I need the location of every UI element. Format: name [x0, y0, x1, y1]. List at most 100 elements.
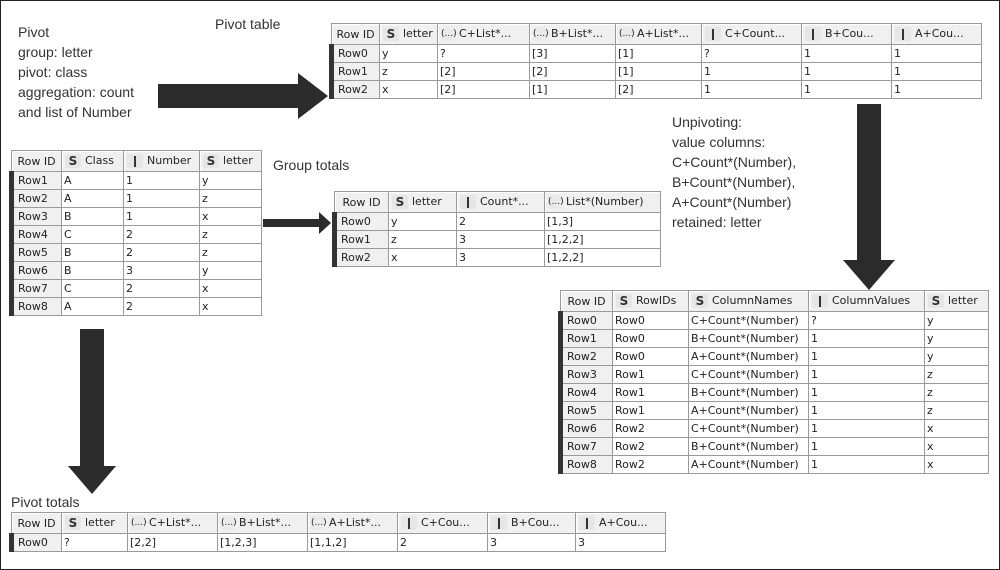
table-row[interactable]: Row2 Row0 A+Count*(Number) 1 y [558, 347, 989, 366]
column-header[interactable]: B+Cou... [487, 512, 576, 534]
table-row[interactable]: Row2 A 1 z [9, 189, 262, 208]
table-row[interactable]: Row0 y? [3] [1]? 1 1 [329, 44, 982, 63]
column-header[interactable]: C+Count... [701, 23, 802, 45]
table-cell: Row2 [612, 437, 689, 456]
column-header-label: C+List*... [459, 27, 512, 40]
integer-type-icon [460, 195, 476, 209]
list-type-icon: (...) [533, 27, 549, 41]
table-cell: [1] [615, 62, 702, 81]
table-cell: Row2 [612, 419, 689, 438]
table-cell: 1 [808, 329, 925, 348]
table-row[interactable]: Row3 Row1 C+Count*(Number) 1 z [558, 365, 989, 384]
column-header[interactable]: Row ID [560, 290, 613, 312]
column-header[interactable]: A+Cou... [891, 23, 982, 45]
table-row[interactable]: Row1 z [2] [2] [1] 1 1 1 [329, 62, 982, 81]
row-id-cell: Row3 [9, 207, 62, 226]
table-cell: 2 [397, 533, 488, 552]
table-cell: 2 [123, 297, 200, 316]
column-header-label: C+Cou... [421, 516, 470, 529]
table-row[interactable]: Row1 A 1 y [9, 171, 262, 190]
table-row[interactable]: Row5 Row1 A+Count*(Number) 1 z [558, 401, 989, 420]
table-cell: z [379, 62, 438, 81]
column-header[interactable]: Sletter [61, 512, 128, 534]
unpivot-table: Row ID S RowIDs S ColumnNames ColumnValues Sle… [558, 290, 989, 474]
table-cell: ? [61, 533, 128, 552]
column-header[interactable]: (...) A+List*... [615, 23, 702, 45]
column-header[interactable]: ColumnValues [808, 290, 925, 312]
column-header[interactable]: Sletter [199, 150, 262, 172]
column-header[interactable]: Row ID [11, 150, 62, 172]
column-header[interactable]: Row ID [334, 191, 389, 213]
table-row[interactable]: Row7 C 2 x [9, 279, 262, 298]
table-cell: Row1 [612, 365, 689, 384]
table-cell: ? [701, 44, 802, 63]
table-row[interactable]: Row5 B 2 z [9, 243, 262, 262]
table-row[interactable]: Row0? [2,2] [1,2,3] [1,1,2] 2 3 3 [9, 533, 666, 552]
table-cell: x [379, 80, 438, 99]
table-row[interactable]: Row4 Row1 B+Count*(Number) 1 z [558, 383, 989, 402]
table-row[interactable]: Row0 y 2 [1,3] [332, 212, 661, 231]
table-row[interactable]: Row3 B 1 x [9, 207, 262, 226]
table-cell: x [924, 455, 989, 474]
column-header[interactable]: Sletter [924, 290, 989, 312]
table-cell: A+Count*(Number) [688, 455, 809, 474]
table-row[interactable]: Row2 x [2] [1] [2] 1 1 1 [329, 80, 982, 99]
header-row: Row ID Sletter (...) C+List*... (...) B+List*… [331, 23, 982, 45]
column-header[interactable]: B+Cou... [801, 23, 892, 45]
table-cell: 1 [808, 419, 925, 438]
row-id-cell: Row1 [9, 171, 62, 190]
column-header[interactable]: C+Cou... [397, 512, 488, 534]
table-row[interactable]: Row8 A 2 x [9, 297, 262, 316]
column-header[interactable]: (...) B+List*... [217, 512, 308, 534]
column-header-label: Row ID [336, 27, 375, 41]
row-id-cell: Row6 [558, 419, 613, 438]
table-row[interactable]: Row0 Row0 C+Count*(Number)? y [558, 311, 989, 330]
column-header[interactable]: Count*... [456, 191, 545, 213]
table-cell: [1,2,3] [217, 533, 308, 552]
table-cell: y [924, 311, 989, 330]
column-header[interactable]: A+Cou... [575, 512, 666, 534]
row-id-cell: Row0 [558, 311, 613, 330]
column-header[interactable]: Sletter [379, 23, 438, 45]
table-cell: z [199, 225, 262, 244]
row-id-cell: Row1 [558, 329, 613, 348]
table-row[interactable]: Row1 Row0 B+Count*(Number) 1 y [558, 329, 989, 348]
column-header[interactable]: Row ID [11, 512, 62, 534]
table-cell: [1] [615, 44, 702, 63]
table-cell: 2 [123, 279, 200, 298]
column-header[interactable]: S RowIDs [612, 290, 689, 312]
table-cell: x [924, 419, 989, 438]
table-row[interactable]: Row8 Row2 A+Count*(Number) 1 x [558, 455, 989, 474]
table-cell: B [61, 243, 124, 262]
note-line: group: letter [18, 44, 93, 60]
column-header[interactable]: Number [123, 150, 200, 172]
column-header[interactable]: S ColumnNames [688, 290, 809, 312]
table-row[interactable]: Row1 z 3 [1,2,2] [332, 230, 661, 249]
table-cell: C [61, 225, 124, 244]
table-row[interactable]: Row4 C 2 z [9, 225, 262, 244]
column-header[interactable]: Row ID [331, 23, 380, 45]
string-type-icon: S [383, 27, 399, 41]
table-cell: [2] [529, 62, 616, 81]
table-cell: Row0 [612, 329, 689, 348]
column-header[interactable]: Sletter [388, 191, 457, 213]
table-row[interactable]: Row6 Row2 C+Count*(Number) 1 x [558, 419, 989, 438]
table-row[interactable]: Row7 Row2 B+Count*(Number) 1 x [558, 437, 989, 456]
column-header[interactable]: (...) C+List*... [437, 23, 530, 45]
column-header[interactable]: (...) C+List*... [127, 512, 218, 534]
column-header[interactable]: (...) A+List*... [307, 512, 398, 534]
group-totals-caption: Group totals [273, 157, 350, 173]
column-header[interactable]: S Class [61, 150, 124, 172]
table-row[interactable]: Row2 x 3 [1,2,2] [332, 248, 661, 267]
column-header[interactable]: (...) List*(Number) [544, 191, 661, 213]
row-id-cell: Row2 [9, 189, 62, 208]
note-line: Pivot [18, 24, 50, 40]
arrow-right-icon [158, 73, 328, 119]
column-header[interactable]: (...) B+List*... [529, 23, 616, 45]
header-row: Row ID Sletter (...) C+List*... (...) B+List*… [11, 512, 666, 534]
note-line: Unpivoting: [672, 114, 743, 130]
table-cell: 1 [808, 437, 925, 456]
row-id-cell: Row4 [558, 383, 613, 402]
unpivot-settings-note: Unpivoting: value columns: C+Count*(Number… [672, 112, 796, 232]
table-row[interactable]: Row6 B 3 y [9, 261, 262, 280]
